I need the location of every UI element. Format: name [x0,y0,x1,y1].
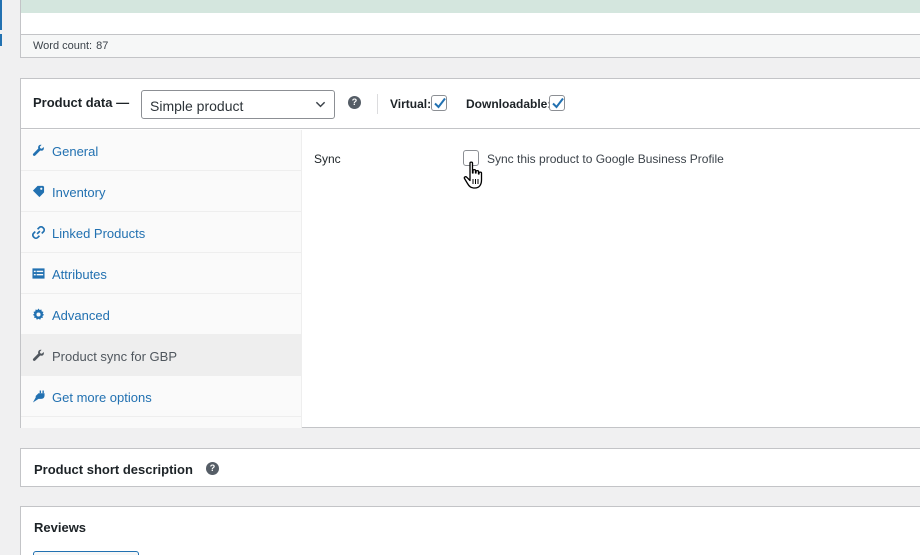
tab-label: Advanced [52,308,110,323]
tab-get-more-options[interactable]: Get more options [21,376,301,417]
tab-label: Attributes [52,267,107,282]
word-count: Word count: 87 [20,35,920,58]
product-type-select[interactable]: Simple product [141,90,335,119]
sync-checkbox-text: Sync this product to Google Business Pro… [487,152,724,166]
product-data-header: Product data — Simple product ? Virtual:… [21,79,920,129]
tab-label: Product sync for GBP [52,349,177,364]
tab-label: Get more options [52,390,152,405]
short-description-title[interactable]: Product short description [34,462,193,477]
checkmark-icon [552,97,564,109]
editor-text-area[interactable] [20,13,920,35]
product-type-value: Simple product [150,98,244,114]
wrench-icon [32,144,44,156]
word-count-label: Word count: [33,40,93,52]
checkmark-icon [434,97,446,109]
plugin-icon [32,390,45,403]
sync-field-label: Sync [314,152,341,166]
tab-label: Linked Products [52,226,146,241]
hand-cursor-icon [463,161,483,189]
product-data-box: Product data — Simple product ? Virtual:… [20,78,920,428]
downloadable-label: Downloadable: [466,97,552,111]
reviews-title[interactable]: Reviews [34,520,86,535]
tab-advanced[interactable]: Advanced [21,294,301,335]
tab-product-sync-gbp[interactable]: Product sync for GBP [21,335,301,376]
admin-menu-edge [0,34,2,46]
reviews-box: Reviews [20,506,920,555]
admin-menu-edge [0,0,2,30]
wrench-icon [32,349,44,361]
product-sync-panel: Sync Sync this product to Google Busines… [302,130,920,428]
add-review-button[interactable] [33,551,139,555]
short-description-box: Product short description ? [20,448,920,487]
content-editor: Word count: 87 [20,0,920,58]
tab-general[interactable]: General [21,130,301,171]
virtual-label: Virtual: [390,97,432,111]
tab-label: General [52,144,99,159]
tab-attributes[interactable]: Attributes [21,253,301,294]
tab-inventory[interactable]: Inventory [21,171,301,212]
tab-linked-products[interactable]: Linked Products [21,212,301,253]
link-icon [32,226,45,239]
header-divider [377,94,378,114]
downloadable-checkbox[interactable] [549,95,565,111]
list-icon [32,268,45,279]
help-icon[interactable]: ? [348,96,361,109]
product-data-tabs: General Inventory Linked Products Attrib… [21,130,302,428]
tab-label: Inventory [52,185,106,200]
tag-icon [32,185,45,198]
virtual-checkbox[interactable] [431,95,447,111]
chevron-down-icon [315,101,326,108]
word-count-value: 87 [96,40,109,52]
gear-icon [32,308,45,320]
help-icon[interactable]: ? [206,462,219,475]
product-data-title: Product data — [33,95,130,110]
editor-toolbar-bottom [20,0,920,13]
